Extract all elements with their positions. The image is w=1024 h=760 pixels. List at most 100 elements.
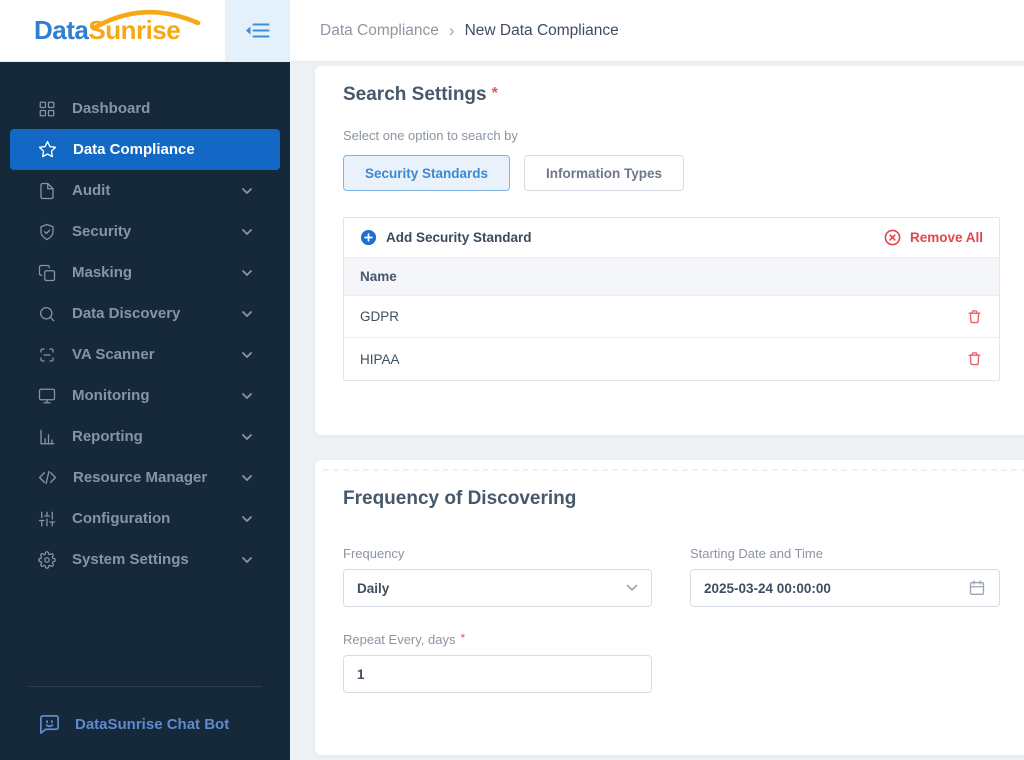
sidebar-item-label: System Settings bbox=[72, 551, 189, 568]
search-settings-title: Search Settings * bbox=[343, 84, 498, 105]
start-date-field-group: Starting Date and Time bbox=[690, 546, 1000, 607]
breadcrumb-current-page: New Data Compliance bbox=[464, 21, 619, 39]
chevron-down-icon bbox=[242, 269, 252, 276]
add-security-standard-button[interactable]: Add Security Standard bbox=[360, 229, 532, 246]
search-icon bbox=[38, 305, 56, 323]
sidebar-item-label: Resource Manager bbox=[73, 469, 208, 486]
sidebar-item-label: Configuration bbox=[72, 510, 171, 527]
search-by-label: Select one option to search by bbox=[343, 128, 518, 143]
monitor-icon bbox=[38, 387, 56, 405]
repeat-field-group: Repeat Every, days * bbox=[343, 631, 652, 693]
scanner-icon bbox=[38, 346, 56, 364]
trash-icon bbox=[966, 350, 983, 368]
logo-text-sunrise: Sunrise bbox=[88, 15, 181, 45]
calendar-icon[interactable] bbox=[968, 579, 986, 597]
start-date-control bbox=[690, 569, 1000, 607]
sidebar-item-resource-manager[interactable]: Resource Manager bbox=[0, 457, 290, 498]
breadcrumb-separator: › bbox=[448, 20, 455, 40]
delete-row-button[interactable] bbox=[966, 350, 983, 368]
sidebar-item-security[interactable]: Security bbox=[0, 211, 290, 252]
code-icon bbox=[38, 468, 57, 487]
frequency-field-group: Frequency Daily bbox=[343, 546, 652, 607]
sidebar-item-reporting[interactable]: Reporting bbox=[0, 416, 290, 457]
chat-bubble-icon bbox=[38, 713, 61, 736]
search-by-toggle: Security Standards Information Types bbox=[343, 155, 1017, 191]
frequency-card: Frequency of Discovering Frequency Daily… bbox=[315, 460, 1024, 755]
chevron-down-icon bbox=[242, 187, 252, 194]
sidebar-collapse-button[interactable] bbox=[225, 0, 290, 61]
trash-icon bbox=[966, 308, 983, 326]
remove-all-button[interactable]: Remove All bbox=[884, 229, 983, 246]
table-toolbar: Add Security Standard Remove All bbox=[344, 218, 999, 258]
mask-copy-icon bbox=[38, 264, 56, 282]
gear-icon bbox=[38, 550, 56, 569]
sidebar-item-label: Audit bbox=[72, 182, 111, 199]
collapse-sidebar-icon bbox=[246, 23, 270, 38]
sidebar-item-label: Data Compliance bbox=[73, 141, 195, 158]
security-standards-table: Add Security Standard Remove All Name GD… bbox=[343, 217, 1000, 381]
plus-circle-icon bbox=[360, 229, 377, 246]
sidebar-item-label: Dashboard bbox=[72, 100, 151, 117]
frequency-select[interactable]: Daily bbox=[343, 569, 652, 607]
repeat-days-input[interactable] bbox=[357, 666, 638, 682]
sidebar-item-system-settings[interactable]: System Settings bbox=[0, 539, 290, 580]
sidebar-divider bbox=[28, 686, 262, 687]
table-body: GDPR HIPAA bbox=[344, 296, 999, 380]
sidebar-item-label: VA Scanner bbox=[72, 346, 155, 363]
sidebar-item-label: Monitoring bbox=[72, 387, 150, 404]
sidebar-item-label: Masking bbox=[72, 264, 133, 281]
repeat-label: Repeat Every, days * bbox=[343, 631, 466, 647]
document-icon bbox=[38, 182, 56, 200]
chat-bot-label: DataSunrise Chat Bot bbox=[75, 716, 230, 733]
sidebar-item-monitoring[interactable]: Monitoring bbox=[0, 375, 290, 416]
shield-check-icon bbox=[38, 223, 56, 241]
chevron-down-icon bbox=[242, 228, 252, 235]
sidebar-nav: Dashboard Data Compliance Audit Security Mas… bbox=[0, 62, 290, 580]
delete-row-button[interactable] bbox=[966, 308, 983, 326]
logo-text-data: Data bbox=[34, 15, 89, 45]
chevron-down-icon bbox=[242, 310, 252, 317]
sidebar-item-configuration[interactable]: Configuration bbox=[0, 498, 290, 539]
sidebar-item-label: Reporting bbox=[72, 428, 143, 445]
search-settings-card: Search Settings * Select one option to se… bbox=[315, 66, 1024, 435]
sidebar-item-label: Security bbox=[72, 223, 132, 240]
sidebar-item-va-scanner[interactable]: VA Scanner bbox=[0, 334, 290, 375]
sidebar-item-data-compliance[interactable]: Data Compliance bbox=[10, 129, 280, 170]
star-icon bbox=[38, 140, 57, 159]
sidebar: Dashboard Data Compliance Audit Security Mas… bbox=[0, 62, 290, 760]
chevron-down-icon bbox=[242, 433, 252, 440]
chevron-down-icon bbox=[242, 556, 252, 563]
brand-logo: DataSunrise bbox=[0, 0, 225, 61]
table-row: HIPAA bbox=[344, 338, 999, 380]
dashboard-grid-icon bbox=[38, 100, 56, 118]
standard-name: HIPAA bbox=[360, 351, 400, 367]
security-standards-tab[interactable]: Security Standards bbox=[343, 155, 511, 191]
column-header-name: Name bbox=[344, 258, 999, 296]
sidebar-item-audit[interactable]: Audit bbox=[0, 170, 290, 211]
repeat-days-control bbox=[343, 655, 652, 693]
required-asterisk: * bbox=[491, 85, 498, 102]
dashed-divider bbox=[323, 469, 1024, 471]
start-date-input[interactable] bbox=[704, 580, 968, 596]
chevron-down-icon bbox=[626, 584, 638, 592]
x-circle-icon bbox=[884, 229, 901, 246]
chevron-down-icon bbox=[242, 474, 252, 481]
standard-name: GDPR bbox=[360, 309, 400, 324]
chevron-down-icon bbox=[242, 515, 252, 522]
information-types-tab[interactable]: Information Types bbox=[524, 155, 685, 191]
main-content: Search Settings * Select one option to se… bbox=[290, 62, 1024, 760]
bar-chart-icon bbox=[38, 428, 56, 446]
sidebar-item-masking[interactable]: Masking bbox=[0, 252, 290, 293]
chevron-down-icon bbox=[242, 392, 252, 399]
frequency-title: Frequency of Discovering bbox=[343, 488, 577, 509]
breadcrumb-parent-link[interactable]: Data Compliance bbox=[320, 22, 439, 40]
sidebar-item-dashboard[interactable]: Dashboard bbox=[0, 88, 290, 129]
sidebar-item-label: Data Discovery bbox=[72, 305, 181, 322]
chevron-down-icon bbox=[242, 351, 252, 358]
frequency-selected-value: Daily bbox=[357, 580, 390, 596]
table-row: GDPR bbox=[344, 296, 999, 338]
chat-bot-button[interactable]: DataSunrise Chat Bot bbox=[0, 713, 290, 736]
sidebar-item-data-discovery[interactable]: Data Discovery bbox=[0, 293, 290, 334]
top-header: DataSunrise Data Compliance › New Data C… bbox=[0, 0, 1024, 62]
frequency-label: Frequency bbox=[343, 546, 405, 561]
